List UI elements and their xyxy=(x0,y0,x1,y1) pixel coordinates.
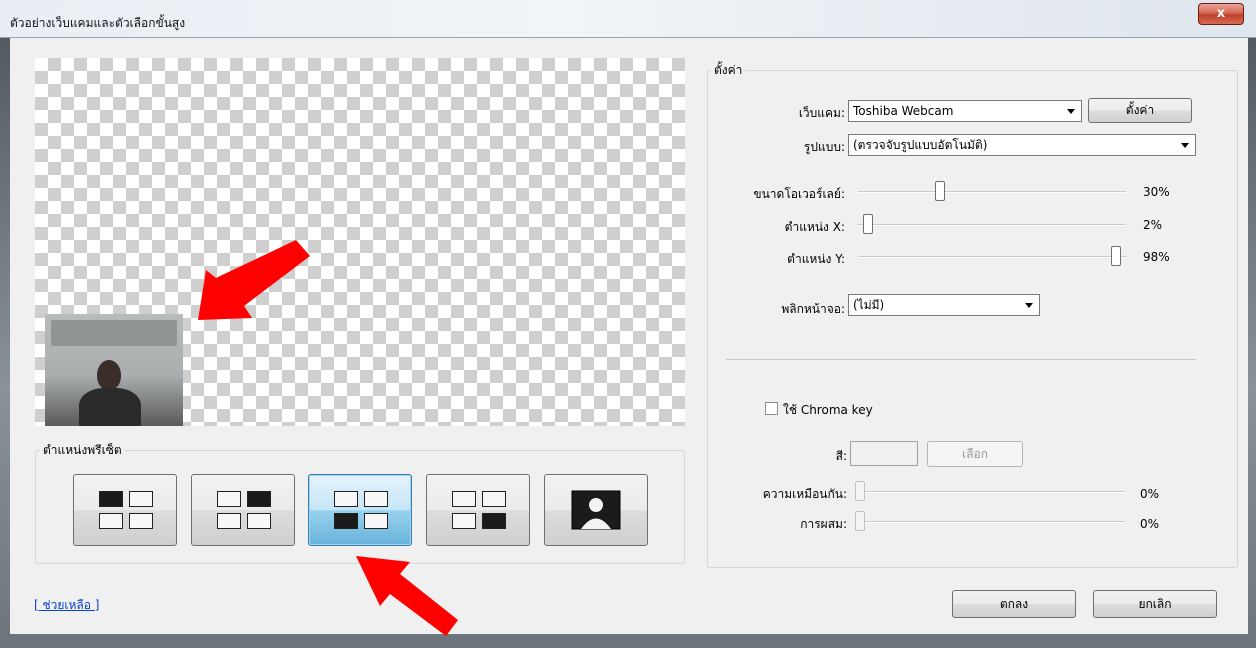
chroma-key-label[interactable]: ใช้ Chroma key xyxy=(783,401,873,420)
preset-fullscreen-button[interactable] xyxy=(544,474,648,546)
preset-cell-filled xyxy=(334,513,358,529)
webcam-select-value: Toshiba Webcam xyxy=(853,104,954,118)
cancel-button[interactable]: ยกเลิก xyxy=(1093,590,1217,618)
chevron-down-icon xyxy=(1181,143,1189,148)
position-x-slider[interactable] xyxy=(863,214,874,234)
webcam-background-sign xyxy=(51,320,177,346)
chevron-down-icon xyxy=(1067,109,1075,114)
format-select[interactable]: (ตรวจจับรูปแบบอัตโนมัติ) xyxy=(848,134,1196,156)
webcam-preview xyxy=(35,58,685,426)
position-y-track xyxy=(858,256,1126,258)
webcam-settings-button[interactable]: ตั้งค่า xyxy=(1088,98,1192,123)
position-x-label: ตำแหน่ง X: xyxy=(784,220,845,234)
preset-cell-filled xyxy=(247,491,271,507)
overlay-size-track xyxy=(858,191,1126,193)
color-select-button[interactable]: เลือก xyxy=(927,441,1023,467)
similarity-label: ความเหมือนกัน: xyxy=(762,487,847,501)
settings-divider xyxy=(726,359,1196,360)
title-bar[interactable]: ตัวอย่างเว็บแคมและตัวเลือกขั้นสูง x xyxy=(0,0,1256,38)
preset-cell xyxy=(482,491,506,507)
blend-track xyxy=(855,521,1125,523)
position-y-slider[interactable] xyxy=(1110,246,1121,266)
person-icon xyxy=(571,490,621,530)
settings-group-label: ตั้งค่า xyxy=(711,61,746,80)
similarity-value: 0% xyxy=(1140,487,1160,501)
close-button[interactable]: x xyxy=(1198,3,1244,25)
preset-top-left-button[interactable] xyxy=(73,474,177,546)
position-y-label: ตำแหน่ง Y: xyxy=(787,252,845,266)
preset-cell-filled xyxy=(99,491,123,507)
window-title: ตัวอย่างเว็บแคมและตัวเลือกขั้นสูง xyxy=(10,16,186,30)
position-x-track xyxy=(858,224,1126,226)
webcam-label: เว็บแคม: xyxy=(798,106,845,120)
dialog-window: ตัวอย่างเว็บแคมและตัวเลือกขั้นสูง x ตำแห… xyxy=(0,0,1256,648)
dialog-body: ตำแหน่งพรีเซ็ต ตั้งค่า เว็บแคม: Toshiba … xyxy=(10,38,1248,636)
preset-cell xyxy=(364,513,388,529)
position-x-value: 2% xyxy=(1143,218,1163,232)
color-label: สี: xyxy=(835,449,847,463)
flip-select-value: (ไม่มี) xyxy=(853,298,885,312)
format-select-value: (ตรวจจับรูปแบบอัตโนมัติ) xyxy=(853,138,988,152)
preset-cell-filled xyxy=(482,513,506,529)
preset-cell xyxy=(452,491,476,507)
flip-label: พลิกหน้าจอ: xyxy=(781,302,845,316)
color-swatch xyxy=(850,441,918,466)
preset-top-right-button[interactable] xyxy=(191,474,295,546)
webcam-select[interactable]: Toshiba Webcam xyxy=(848,100,1082,122)
chevron-down-icon xyxy=(1025,303,1033,308)
webcam-overlay-image xyxy=(45,314,183,426)
webcam-person-head xyxy=(97,360,121,390)
preset-cell xyxy=(217,513,241,529)
format-label: รูปแบบ: xyxy=(803,140,845,154)
blend-value: 0% xyxy=(1140,517,1160,531)
presets-group-label: ตำแหน่งพรีเซ็ต xyxy=(40,441,125,460)
preset-cell xyxy=(99,513,123,529)
preset-cell xyxy=(129,491,153,507)
blend-label: การผสม: xyxy=(800,517,847,531)
preset-cell xyxy=(129,513,153,529)
blend-slider[interactable] xyxy=(855,511,865,531)
position-y-value: 98% xyxy=(1143,250,1170,264)
arrow-path xyxy=(356,556,458,636)
similarity-track xyxy=(855,491,1125,493)
overlay-size-value: 30% xyxy=(1143,185,1170,199)
similarity-slider[interactable] xyxy=(855,481,865,501)
preset-bottom-right-button[interactable] xyxy=(426,474,530,546)
flip-select[interactable]: (ไม่มี) xyxy=(848,294,1040,316)
webcam-person-body xyxy=(79,388,141,426)
preset-cell xyxy=(334,491,358,507)
overlay-size-label: ขนาดโอเวอร์เลย์: xyxy=(753,187,845,201)
preset-cell xyxy=(217,491,241,507)
preset-cell xyxy=(364,491,388,507)
overlay-size-slider[interactable] xyxy=(935,181,946,201)
preset-cell xyxy=(452,513,476,529)
help-link[interactable]: [ ช่วยเหลือ ] xyxy=(34,596,99,615)
preset-cell xyxy=(247,513,271,529)
chroma-key-checkbox[interactable] xyxy=(765,402,778,415)
ok-button[interactable]: ตกลง xyxy=(952,590,1076,618)
preset-bottom-left-button[interactable] xyxy=(308,474,412,546)
